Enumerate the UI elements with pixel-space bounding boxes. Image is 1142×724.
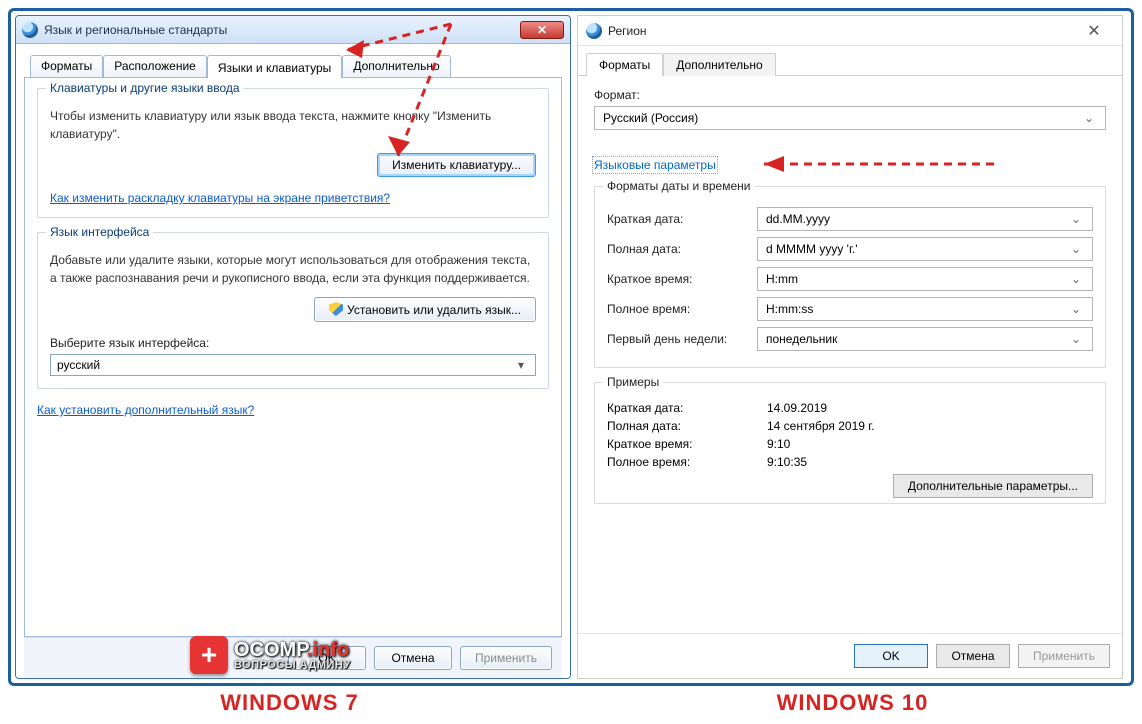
tab-advanced[interactable]: Дополнительно xyxy=(663,53,775,76)
example-row: Полное время:9:10:35 xyxy=(607,455,1093,469)
format-row: Первый день недели: понедельник ⌄ xyxy=(607,327,1093,351)
ui-language-group: Язык интерфейса Добавьте или удалите язы… xyxy=(37,232,549,389)
apply-button[interactable]: Применить xyxy=(1018,644,1110,668)
ui-language-select-label: Выберите язык интерфейса: xyxy=(50,336,536,350)
tab-languages-keyboards[interactable]: Языки и клавиатуры xyxy=(207,55,342,78)
titlebar[interactable]: Регион ✕ xyxy=(578,16,1122,46)
dialog-footer: OK Отмена Применить xyxy=(24,637,562,678)
language-params-link[interactable]: Языковые параметры xyxy=(594,158,716,172)
select-value: H:mm xyxy=(766,272,798,286)
group-legend: Примеры xyxy=(603,375,663,389)
format-row: Полная дата: d MMMM yyyy 'г.' ⌄ xyxy=(607,237,1093,261)
chevron-down-icon: ⌄ xyxy=(1068,332,1084,346)
format-value-select[interactable]: dd.MM.yyyy ⌄ xyxy=(757,207,1093,231)
group-legend: Клавиатуры и другие языки ввода xyxy=(46,81,244,95)
select-value: d MMMM yyyy 'г.' xyxy=(766,242,858,256)
caption-win10: WINDOWS 10 xyxy=(571,690,1134,716)
tab-location[interactable]: Расположение xyxy=(103,55,207,78)
row-label: Краткое время: xyxy=(607,272,757,286)
group-legend: Форматы даты и времени xyxy=(603,179,754,193)
row-label: Краткая дата: xyxy=(607,212,757,226)
select-value: dd.MM.yyyy xyxy=(766,212,830,226)
select-value: понедельник xyxy=(766,332,837,346)
cancel-button[interactable]: Отмена xyxy=(374,646,452,670)
chevron-down-icon: ⌄ xyxy=(1081,111,1097,125)
ui-language-select[interactable]: русский ▾ xyxy=(50,354,536,376)
dialog-footer: OK Отмена Применить xyxy=(578,633,1122,678)
caption-win7: WINDOWS 7 xyxy=(8,690,571,716)
ui-language-select-value: русский xyxy=(57,358,100,372)
tab-strip: Форматы Дополнительно xyxy=(578,46,1122,76)
chevron-down-icon: ⌄ xyxy=(1068,242,1084,256)
chevron-down-icon: ⌄ xyxy=(1068,272,1084,286)
example-row: Краткое время:9:10 xyxy=(607,437,1093,451)
titlebar[interactable]: Язык и региональные стандарты ✕ xyxy=(16,16,570,44)
format-value-select[interactable]: d MMMM yyyy 'г.' ⌄ xyxy=(757,237,1093,261)
row-label: Краткое время: xyxy=(607,437,767,451)
row-label: Краткая дата: xyxy=(607,401,767,415)
chevron-down-icon: ▾ xyxy=(513,358,529,372)
row-value: 14 сентября 2019 г. xyxy=(767,419,875,433)
row-label: Полная дата: xyxy=(607,419,767,433)
row-label: Полное время: xyxy=(607,455,767,469)
close-button[interactable]: ✕ xyxy=(1074,21,1114,41)
chevron-down-icon: ⌄ xyxy=(1068,212,1084,226)
uac-shield-icon xyxy=(329,302,343,316)
close-button[interactable]: ✕ xyxy=(520,21,564,39)
example-row: Краткая дата:14.09.2019 xyxy=(607,401,1093,415)
select-value: H:mm:ss xyxy=(766,302,813,316)
change-keyboard-button[interactable]: Изменить клавиатуру... xyxy=(377,153,536,177)
example-row: Полная дата:14 сентября 2019 г. xyxy=(607,419,1093,433)
format-row: Краткое время: H:mm ⌄ xyxy=(607,267,1093,291)
tab-advanced[interactable]: Дополнительно xyxy=(342,55,450,78)
additional-params-button[interactable]: Дополнительные параметры... xyxy=(893,474,1093,498)
format-value-select[interactable]: понедельник ⌄ xyxy=(757,327,1093,351)
format-row: Краткая дата: dd.MM.yyyy ⌄ xyxy=(607,207,1093,231)
welcome-screen-layout-link[interactable]: Как изменить раскладку клавиатуры на экр… xyxy=(50,191,390,205)
apply-button[interactable]: Применить xyxy=(460,646,552,670)
window-title: Язык и региональные стандарты xyxy=(44,23,514,37)
ok-button[interactable]: OK xyxy=(854,644,928,668)
annotation-arrow xyxy=(744,152,1004,180)
row-label: Полное время: xyxy=(607,302,757,316)
row-label: Первый день недели: xyxy=(607,332,757,346)
format-label: Формат: xyxy=(594,88,1106,102)
format-value-select[interactable]: H:mm:ss ⌄ xyxy=(757,297,1093,321)
tab-formats[interactable]: Форматы xyxy=(30,55,103,78)
row-label: Полная дата: xyxy=(607,242,757,256)
ok-button[interactable]: OK xyxy=(288,646,366,670)
globe-icon xyxy=(22,22,38,38)
format-row: Полное время: H:mm:ss ⌄ xyxy=(607,297,1093,321)
keyboards-group: Клавиатуры и другие языки ввода Чтобы из… xyxy=(37,88,549,218)
win10-region-dialog: Регион ✕ Форматы Дополнительно Формат: Р… xyxy=(577,15,1123,679)
win7-region-dialog: Язык и региональные стандарты ✕ Форматы … xyxy=(15,15,571,679)
install-additional-language-link[interactable]: Как установить дополнительный язык? xyxy=(37,403,254,417)
globe-icon xyxy=(586,23,602,39)
ui-language-description: Добавьте или удалите языки, которые могу… xyxy=(50,251,536,287)
cancel-button[interactable]: Отмена xyxy=(936,644,1010,668)
examples-group: Примеры Краткая дата:14.09.2019Полная да… xyxy=(594,382,1106,504)
date-time-formats-group: Форматы даты и времени Краткая дата:dd.M… xyxy=(594,186,1106,368)
keyboards-description: Чтобы изменить клавиатуру или язык ввода… xyxy=(50,107,536,143)
format-select-value: Русский (Россия) xyxy=(603,111,698,125)
format-select[interactable]: Русский (Россия) ⌄ xyxy=(594,106,1106,130)
format-value-select[interactable]: H:mm ⌄ xyxy=(757,267,1093,291)
row-value: 9:10 xyxy=(767,437,790,451)
group-legend: Язык интерфейса xyxy=(46,225,153,239)
tab-strip: Форматы Расположение Языки и клавиатуры … xyxy=(24,54,562,77)
install-remove-language-button[interactable]: Установить или удалить язык... xyxy=(314,297,536,322)
chevron-down-icon: ⌄ xyxy=(1068,302,1084,316)
tab-formats[interactable]: Форматы xyxy=(586,53,663,76)
row-value: 14.09.2019 xyxy=(767,401,827,415)
window-title: Регион xyxy=(608,24,1074,38)
row-value: 9:10:35 xyxy=(767,455,807,469)
